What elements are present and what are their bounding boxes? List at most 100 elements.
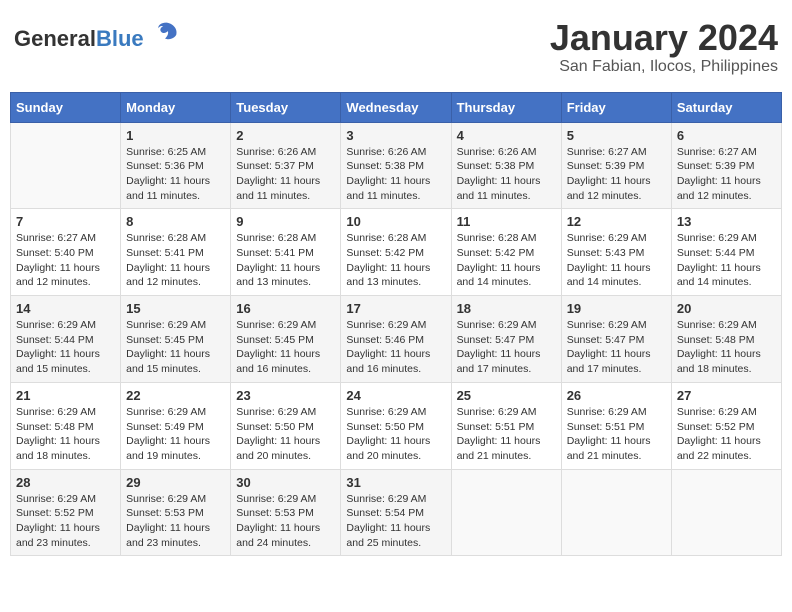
calendar-week-row: 28 Sunrise: 6:29 AMSunset: 5:52 PMDaylig… [11, 469, 782, 556]
calendar-cell: 30 Sunrise: 6:29 AMSunset: 5:53 PMDaylig… [231, 469, 341, 556]
day-number: 30 [236, 475, 335, 490]
day-number: 28 [16, 475, 115, 490]
day-info: Sunrise: 6:28 AMSunset: 5:42 PMDaylight:… [457, 231, 556, 290]
day-info: Sunrise: 6:29 AMSunset: 5:52 PMDaylight:… [16, 492, 115, 551]
calendar-cell: 6 Sunrise: 6:27 AMSunset: 5:39 PMDayligh… [671, 122, 781, 209]
calendar-cell: 3 Sunrise: 6:26 AMSunset: 5:38 PMDayligh… [341, 122, 451, 209]
day-number: 21 [16, 388, 115, 403]
day-info: Sunrise: 6:29 AMSunset: 5:44 PMDaylight:… [16, 318, 115, 377]
calendar-cell: 17 Sunrise: 6:29 AMSunset: 5:46 PMDaylig… [341, 296, 451, 383]
calendar-cell: 23 Sunrise: 6:29 AMSunset: 5:50 PMDaylig… [231, 382, 341, 469]
column-header-sunday: Sunday [11, 92, 121, 122]
day-number: 3 [346, 128, 445, 143]
day-info: Sunrise: 6:29 AMSunset: 5:48 PMDaylight:… [16, 405, 115, 464]
day-info: Sunrise: 6:29 AMSunset: 5:44 PMDaylight:… [677, 231, 776, 290]
day-number: 5 [567, 128, 666, 143]
calendar-week-row: 1 Sunrise: 6:25 AMSunset: 5:36 PMDayligh… [11, 122, 782, 209]
day-info: Sunrise: 6:26 AMSunset: 5:37 PMDaylight:… [236, 145, 335, 204]
calendar-cell: 26 Sunrise: 6:29 AMSunset: 5:51 PMDaylig… [561, 382, 671, 469]
calendar-cell [11, 122, 121, 209]
month-title: January 2024 [550, 18, 778, 58]
day-info: Sunrise: 6:29 AMSunset: 5:49 PMDaylight:… [126, 405, 225, 464]
calendar-cell: 2 Sunrise: 6:26 AMSunset: 5:37 PMDayligh… [231, 122, 341, 209]
location-subtitle: San Fabian, Ilocos, Philippines [550, 58, 778, 76]
column-header-friday: Friday [561, 92, 671, 122]
day-info: Sunrise: 6:28 AMSunset: 5:42 PMDaylight:… [346, 231, 445, 290]
day-number: 11 [457, 214, 556, 229]
calendar-cell: 4 Sunrise: 6:26 AMSunset: 5:38 PMDayligh… [451, 122, 561, 209]
day-number: 10 [346, 214, 445, 229]
day-number: 24 [346, 388, 445, 403]
calendar-cell [451, 469, 561, 556]
calendar-cell: 22 Sunrise: 6:29 AMSunset: 5:49 PMDaylig… [121, 382, 231, 469]
calendar-cell: 15 Sunrise: 6:29 AMSunset: 5:45 PMDaylig… [121, 296, 231, 383]
day-number: 13 [677, 214, 776, 229]
calendar-cell: 29 Sunrise: 6:29 AMSunset: 5:53 PMDaylig… [121, 469, 231, 556]
calendar-week-row: 14 Sunrise: 6:29 AMSunset: 5:44 PMDaylig… [11, 296, 782, 383]
day-info: Sunrise: 6:27 AMSunset: 5:39 PMDaylight:… [677, 145, 776, 204]
column-header-monday: Monday [121, 92, 231, 122]
calendar-cell: 12 Sunrise: 6:29 AMSunset: 5:43 PMDaylig… [561, 209, 671, 296]
day-number: 6 [677, 128, 776, 143]
day-number: 19 [567, 301, 666, 316]
calendar-cell: 16 Sunrise: 6:29 AMSunset: 5:45 PMDaylig… [231, 296, 341, 383]
day-number: 7 [16, 214, 115, 229]
day-info: Sunrise: 6:29 AMSunset: 5:54 PMDaylight:… [346, 492, 445, 551]
calendar-cell: 18 Sunrise: 6:29 AMSunset: 5:47 PMDaylig… [451, 296, 561, 383]
day-info: Sunrise: 6:26 AMSunset: 5:38 PMDaylight:… [346, 145, 445, 204]
day-number: 12 [567, 214, 666, 229]
calendar-cell: 1 Sunrise: 6:25 AMSunset: 5:36 PMDayligh… [121, 122, 231, 209]
day-info: Sunrise: 6:29 AMSunset: 5:51 PMDaylight:… [457, 405, 556, 464]
day-number: 23 [236, 388, 335, 403]
calendar-cell: 8 Sunrise: 6:28 AMSunset: 5:41 PMDayligh… [121, 209, 231, 296]
day-info: Sunrise: 6:29 AMSunset: 5:48 PMDaylight:… [677, 318, 776, 377]
calendar-week-row: 7 Sunrise: 6:27 AMSunset: 5:40 PMDayligh… [11, 209, 782, 296]
day-info: Sunrise: 6:29 AMSunset: 5:45 PMDaylight:… [126, 318, 225, 377]
logo-bird-icon [152, 18, 180, 46]
calendar-cell: 14 Sunrise: 6:29 AMSunset: 5:44 PMDaylig… [11, 296, 121, 383]
calendar-cell: 5 Sunrise: 6:27 AMSunset: 5:39 PMDayligh… [561, 122, 671, 209]
calendar-cell: 21 Sunrise: 6:29 AMSunset: 5:48 PMDaylig… [11, 382, 121, 469]
day-info: Sunrise: 6:25 AMSunset: 5:36 PMDaylight:… [126, 145, 225, 204]
column-header-thursday: Thursday [451, 92, 561, 122]
day-number: 1 [126, 128, 225, 143]
day-info: Sunrise: 6:28 AMSunset: 5:41 PMDaylight:… [126, 231, 225, 290]
day-info: Sunrise: 6:29 AMSunset: 5:46 PMDaylight:… [346, 318, 445, 377]
calendar-cell: 25 Sunrise: 6:29 AMSunset: 5:51 PMDaylig… [451, 382, 561, 469]
calendar-cell: 24 Sunrise: 6:29 AMSunset: 5:50 PMDaylig… [341, 382, 451, 469]
column-header-tuesday: Tuesday [231, 92, 341, 122]
page-header: GeneralBlue January 2024 San Fabian, Ilo… [10, 10, 782, 84]
day-info: Sunrise: 6:29 AMSunset: 5:52 PMDaylight:… [677, 405, 776, 464]
day-info: Sunrise: 6:29 AMSunset: 5:47 PMDaylight:… [457, 318, 556, 377]
calendar-cell [561, 469, 671, 556]
calendar-cell: 13 Sunrise: 6:29 AMSunset: 5:44 PMDaylig… [671, 209, 781, 296]
day-number: 16 [236, 301, 335, 316]
calendar-cell: 27 Sunrise: 6:29 AMSunset: 5:52 PMDaylig… [671, 382, 781, 469]
calendar-cell: 10 Sunrise: 6:28 AMSunset: 5:42 PMDaylig… [341, 209, 451, 296]
calendar-cell: 11 Sunrise: 6:28 AMSunset: 5:42 PMDaylig… [451, 209, 561, 296]
day-number: 26 [567, 388, 666, 403]
calendar-header-row: SundayMondayTuesdayWednesdayThursdayFrid… [11, 92, 782, 122]
day-info: Sunrise: 6:29 AMSunset: 5:50 PMDaylight:… [346, 405, 445, 464]
calendar-table: SundayMondayTuesdayWednesdayThursdayFrid… [10, 92, 782, 557]
logo-blue-text: Blue [96, 26, 144, 51]
day-number: 29 [126, 475, 225, 490]
column-header-saturday: Saturday [671, 92, 781, 122]
day-info: Sunrise: 6:29 AMSunset: 5:53 PMDaylight:… [236, 492, 335, 551]
logo: GeneralBlue [14, 18, 180, 50]
day-number: 22 [126, 388, 225, 403]
calendar-cell: 31 Sunrise: 6:29 AMSunset: 5:54 PMDaylig… [341, 469, 451, 556]
column-header-wednesday: Wednesday [341, 92, 451, 122]
day-info: Sunrise: 6:29 AMSunset: 5:43 PMDaylight:… [567, 231, 666, 290]
calendar-cell [671, 469, 781, 556]
calendar-cell: 7 Sunrise: 6:27 AMSunset: 5:40 PMDayligh… [11, 209, 121, 296]
calendar-week-row: 21 Sunrise: 6:29 AMSunset: 5:48 PMDaylig… [11, 382, 782, 469]
day-number: 2 [236, 128, 335, 143]
day-info: Sunrise: 6:29 AMSunset: 5:53 PMDaylight:… [126, 492, 225, 551]
day-info: Sunrise: 6:28 AMSunset: 5:41 PMDaylight:… [236, 231, 335, 290]
day-number: 27 [677, 388, 776, 403]
calendar-cell: 19 Sunrise: 6:29 AMSunset: 5:47 PMDaylig… [561, 296, 671, 383]
title-block: January 2024 San Fabian, Ilocos, Philipp… [550, 18, 778, 76]
logo-general-text: General [14, 26, 96, 51]
day-number: 20 [677, 301, 776, 316]
